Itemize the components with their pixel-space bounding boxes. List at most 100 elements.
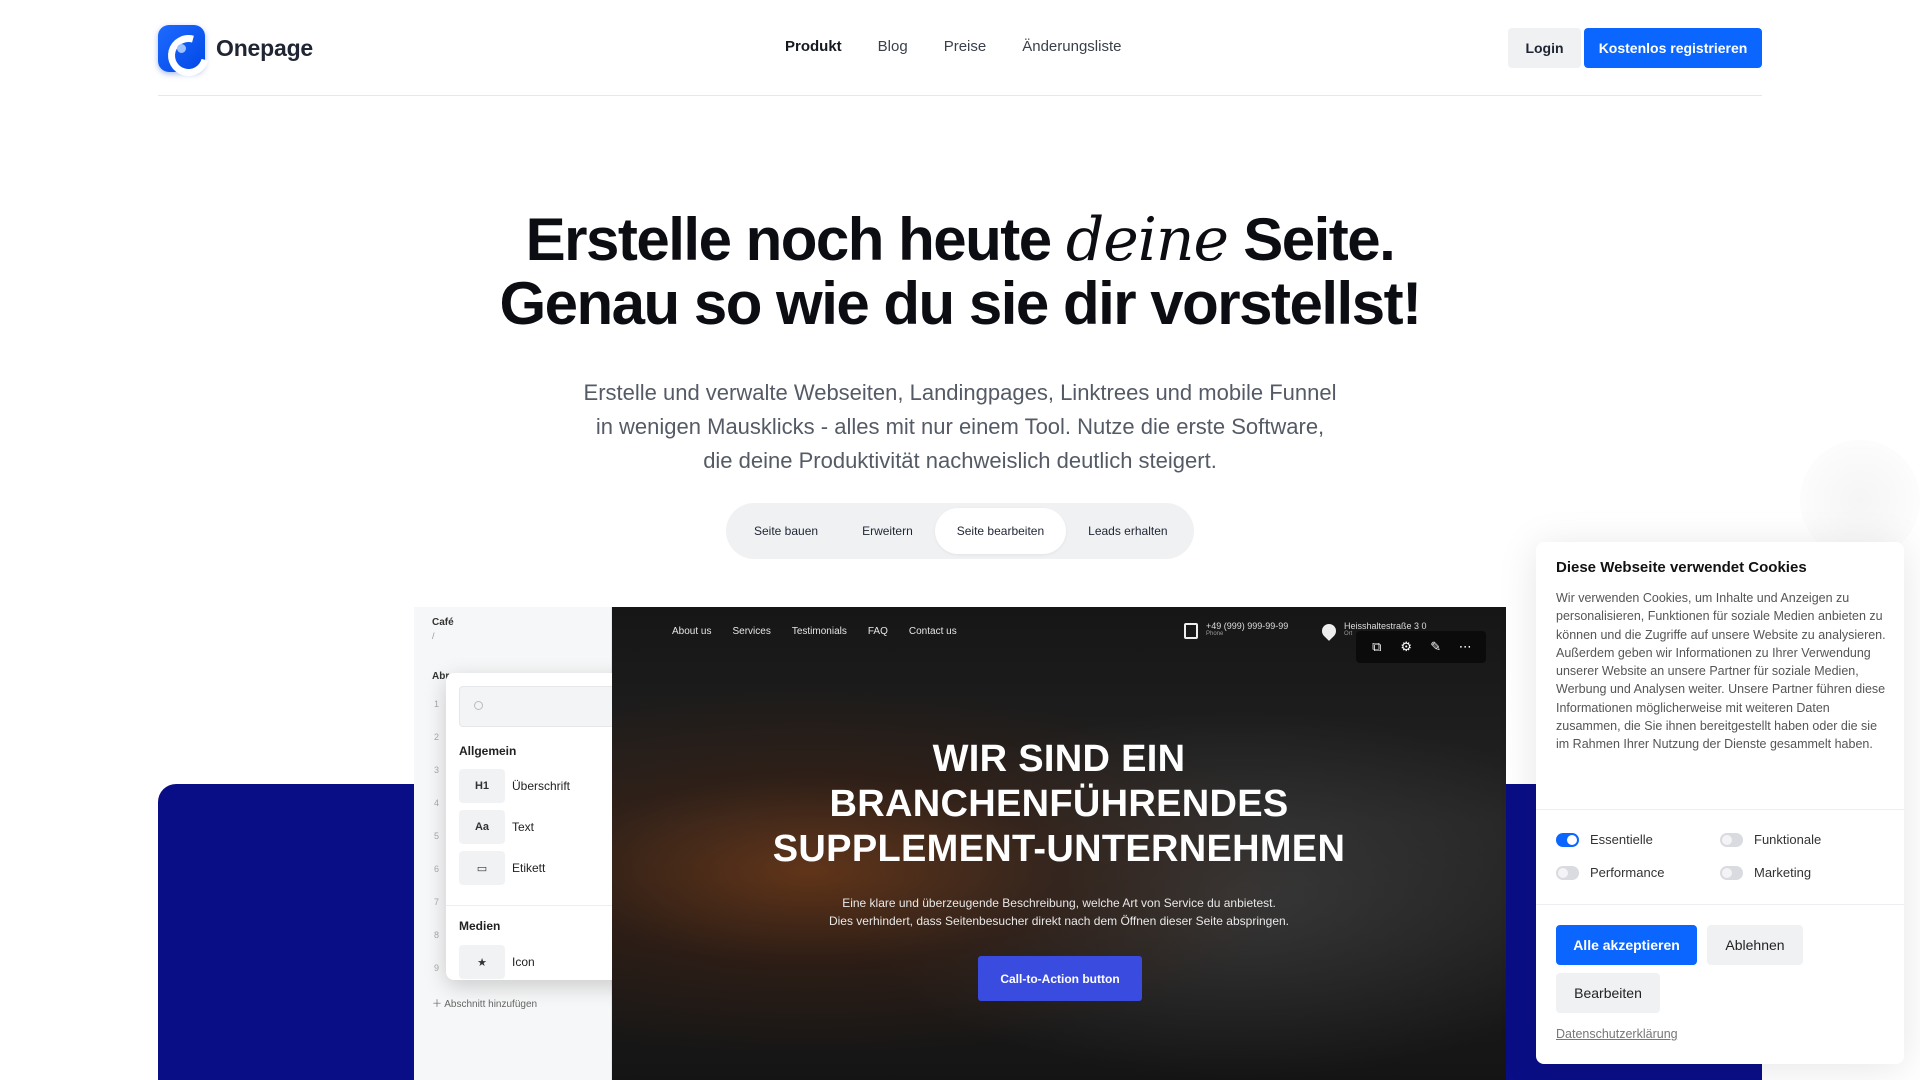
toggle-switch[interactable] — [1556, 865, 1579, 880]
location-pin-icon — [1319, 621, 1339, 641]
phone-icon — [1184, 623, 1198, 639]
hero-title-part1: Erstelle noch heute — [525, 206, 1066, 273]
brand-name: Onepage — [216, 35, 314, 61]
hero-title-part2: Seite. — [1228, 206, 1396, 273]
headline-line2: BRANCHENFÜHRENDES — [829, 783, 1289, 825]
section-number: 5 — [434, 831, 440, 841]
tab-erweitern[interactable]: Erweitern — [840, 508, 935, 554]
star-icon: ★ — [459, 945, 505, 979]
header-divider — [158, 95, 1762, 96]
element-item-label[interactable]: ▭ Etikett — [459, 851, 545, 885]
canvas-nav-item[interactable]: Testimonials — [792, 626, 847, 637]
section-number: 4 — [434, 798, 440, 808]
hero-title-emphasis: deine — [1065, 205, 1229, 275]
canvas-nav-item[interactable]: FAQ — [868, 626, 888, 637]
cookie-toggle-funktionale[interactable]: Funktionale — [1720, 832, 1821, 847]
canvas-headline: WIR SIND EIN BRANCHENFÜHRENDES SUPPLEMEN… — [612, 737, 1506, 872]
tab-leads-erhalten[interactable]: Leads erhalten — [1066, 508, 1189, 554]
description-line1: Eine klare und überzeugende Beschreibung… — [842, 896, 1276, 910]
toggle-label: Performance — [1590, 865, 1665, 880]
brush-icon[interactable]: ✎ — [1429, 640, 1443, 654]
settings-icon[interactable]: ⚙ — [1399, 640, 1413, 654]
add-section-button[interactable]: ＋ Abschnitt hinzufügen — [432, 995, 537, 1010]
canvas-description: Eine klare und überzeugende Beschreibung… — [612, 894, 1506, 930]
add-section-label: Abschnitt hinzufügen — [444, 999, 538, 1010]
reject-button[interactable]: Ablehnen — [1707, 925, 1803, 965]
section-number: 8 — [434, 930, 440, 940]
canvas-nav-item[interactable]: Services — [732, 626, 770, 637]
device-preview-icon[interactable]: ⧉ — [1370, 640, 1384, 654]
feature-tabs: Seite bauen Erweitern Seite bearbeiten L… — [726, 503, 1194, 559]
phone-label: Phone — [1206, 631, 1224, 637]
cookie-text: Wir verwenden Cookies, um Inhalte und An… — [1556, 591, 1886, 752]
canvas-phone: +49 (999) 999-99-99 Phone — [1206, 621, 1288, 637]
section-number: 3 — [434, 765, 440, 775]
label-icon: ▭ — [459, 851, 505, 885]
element-item-text[interactable]: Aa Text — [459, 810, 534, 844]
cookie-toggle-performance[interactable]: Performance — [1556, 865, 1664, 880]
element-item-label: Etikett — [512, 861, 546, 875]
address-text: Heisshaltestraße 3 0 — [1344, 621, 1427, 631]
phone-number: +49 (999) 999-99-99 — [1206, 621, 1289, 631]
sidebar-page-title: Café — [432, 617, 454, 628]
accept-all-button[interactable]: Alle akzeptieren — [1556, 925, 1697, 965]
element-item-heading[interactable]: H1 Überschrift — [459, 769, 570, 803]
element-item-label: Überschrift — [512, 779, 571, 793]
tab-seite-bauen[interactable]: Seite bauen — [732, 508, 840, 554]
hero-subtitle-line3: die deine Produktivität nachweislich deu… — [703, 448, 1217, 473]
cookie-banner: Diese Webseite verwendet Cookies Wir ver… — [1536, 542, 1904, 1064]
toggle-label: Funktionale — [1754, 832, 1822, 847]
nav-item-preise[interactable]: Preise — [944, 38, 987, 55]
group-heading-allgemein: Allgemein — [459, 744, 517, 758]
editor-preview: Café / Abr 1 2 3 4 5 6 7 8 9 ＋ Abschnitt… — [414, 607, 1506, 1080]
canvas-site-nav: About us Services Testimonials FAQ Conta… — [672, 626, 978, 637]
headline-line1: WIR SIND EIN — [932, 738, 1186, 780]
hero-subtitle: Erstelle und verwalte Webseiten, Landing… — [540, 376, 1380, 478]
register-button[interactable]: Kostenlos registrieren — [1584, 28, 1762, 68]
hero-title: Erstelle noch heute deine Seite. Genau s… — [0, 208, 1920, 336]
logo[interactable]: Onepage — [158, 25, 313, 72]
hero-subtitle-line1: Erstelle und verwalte Webseiten, Landing… — [583, 380, 1337, 405]
nav-item-aenderungsliste[interactable]: Änderungsliste — [1022, 38, 1121, 55]
element-item-icon[interactable]: ★ Icon — [459, 945, 535, 979]
site-header: Onepage Produkt Blog Preise Änderungslis… — [158, 22, 1762, 74]
privacy-policy-link[interactable]: Datenschutzerklärung — [1556, 1027, 1678, 1041]
section-number: 9 — [434, 963, 440, 973]
toggle-switch[interactable] — [1720, 832, 1743, 847]
group-heading-medien: Medien — [459, 919, 501, 933]
headline-line3: SUPPLEMENT-UNTERNEHMEN — [772, 828, 1346, 870]
cookie-divider — [1536, 904, 1904, 905]
hero-subtitle-line2: in wenigen Mausklicks - alles mit nur ei… — [595, 414, 1325, 439]
onepage-logo-icon — [158, 25, 205, 72]
canvas-nav-item[interactable]: About us — [672, 626, 711, 637]
nav-item-produkt[interactable]: Produkt — [785, 38, 842, 55]
description-line2: Dies verhindert, dass Seitenbesucher dir… — [828, 914, 1290, 928]
cookie-toggle-marketing[interactable]: Marketing — [1720, 865, 1811, 880]
editor-sidebar: Café / Abr 1 2 3 4 5 6 7 8 9 ＋ Abschnitt… — [414, 607, 664, 1080]
tab-seite-bearbeiten[interactable]: Seite bearbeiten — [934, 508, 1067, 554]
element-item-label: Text — [512, 820, 535, 834]
edit-cookies-button[interactable]: Bearbeiten — [1556, 973, 1660, 1013]
search-icon — [474, 701, 483, 710]
cookie-divider — [1536, 809, 1904, 810]
login-button[interactable]: Login — [1508, 28, 1581, 68]
toggle-label: Marketing — [1754, 865, 1812, 880]
heading-icon: H1 — [459, 769, 505, 803]
main-nav: Produkt Blog Preise Änderungsliste — [785, 38, 1157, 55]
sidebar-page-path: / — [432, 631, 435, 641]
canvas-cta-button[interactable]: Call-to-Action button — [978, 956, 1142, 1001]
editor-canvas: About us Services Testimonials FAQ Conta… — [612, 607, 1506, 1080]
element-item-label: Icon — [512, 955, 535, 969]
section-number: 6 — [434, 864, 440, 874]
nav-item-blog[interactable]: Blog — [878, 38, 908, 55]
toggle-switch[interactable] — [1720, 865, 1743, 880]
section-number: 7 — [434, 897, 440, 907]
hero-title-line2: Genau so wie du sie dir vorstellst! — [499, 270, 1422, 337]
toggle-switch[interactable] — [1556, 832, 1579, 847]
canvas-nav-item[interactable]: Contact us — [909, 626, 957, 637]
more-icon[interactable]: ⋯ — [1458, 640, 1472, 654]
canvas-element-toolbar: ⧉ ⚙ ✎ ⋯ — [1356, 631, 1486, 663]
toggle-label: Essentielle — [1590, 832, 1653, 847]
cookie-toggle-essentielle[interactable]: Essentielle — [1556, 832, 1653, 847]
text-icon: Aa — [459, 810, 505, 844]
